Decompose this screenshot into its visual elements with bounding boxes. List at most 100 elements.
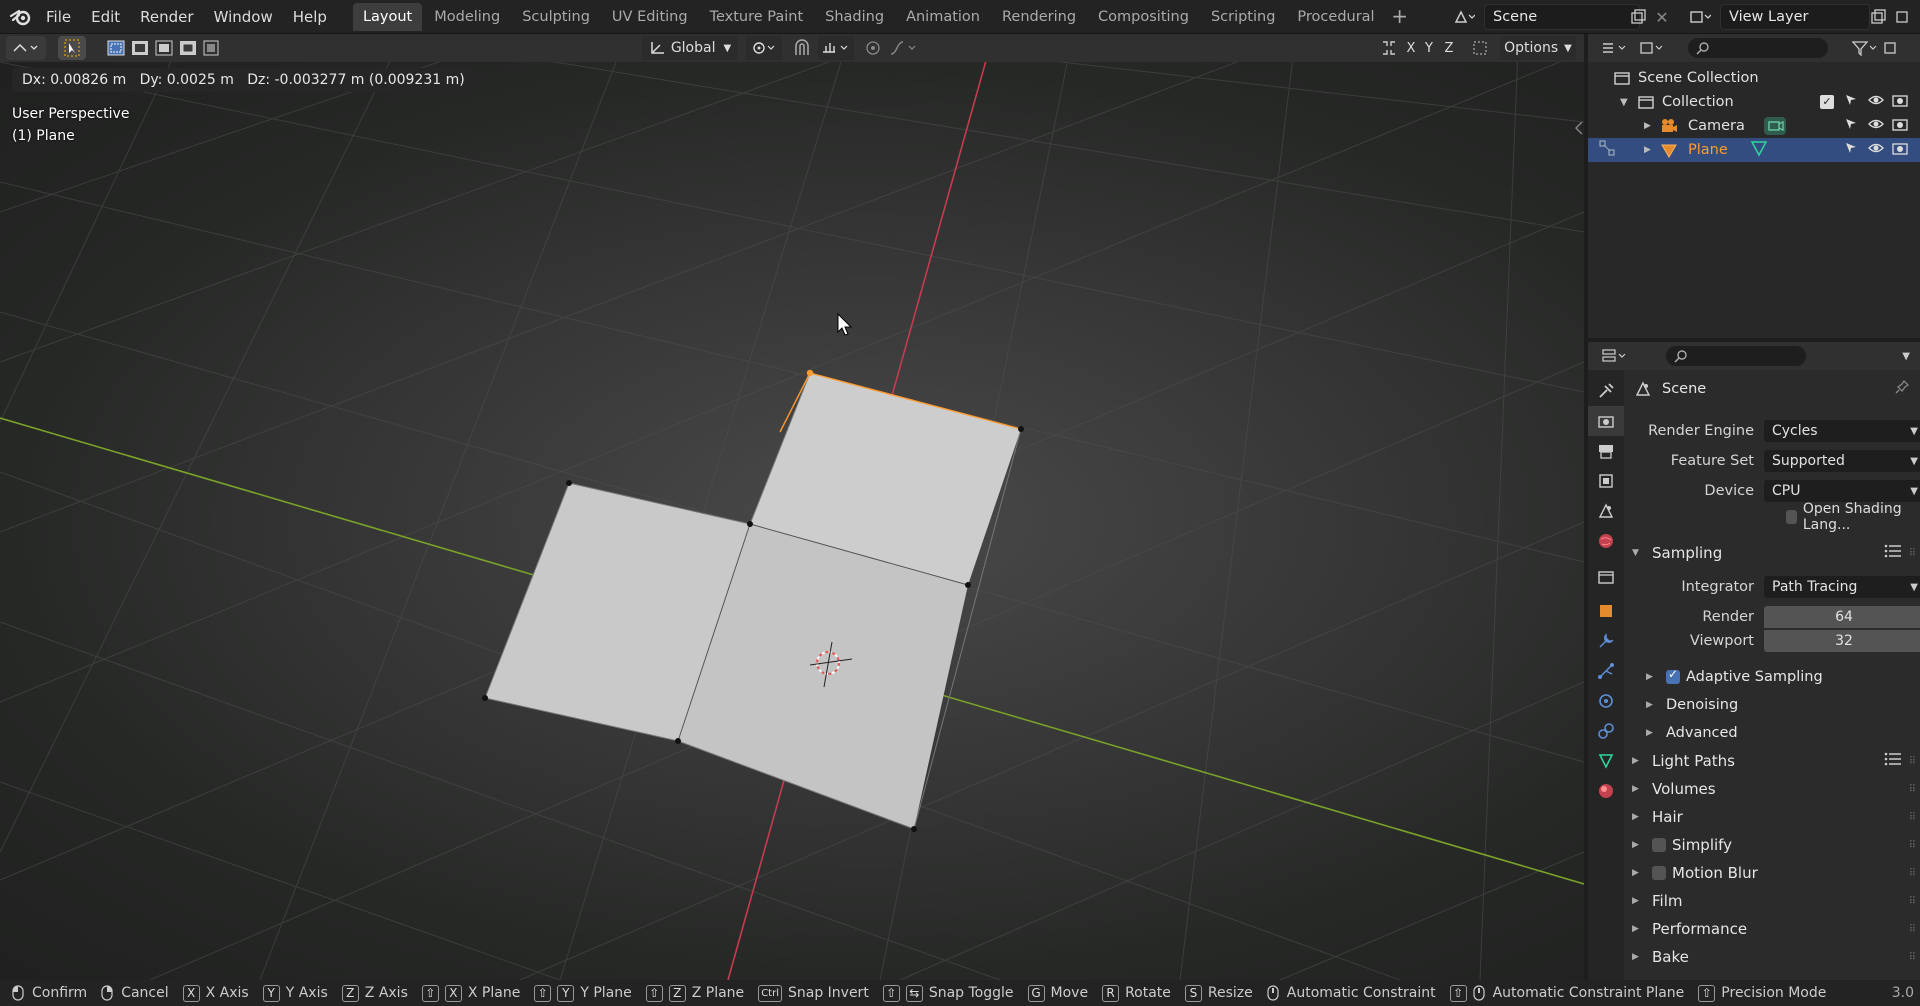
simplify-panel-header[interactable]: ▶ Simplify ⠿ bbox=[1624, 832, 1920, 858]
editor-type-icon[interactable] bbox=[6, 36, 46, 60]
light-paths-panel-header[interactable]: ▶ Light Paths ⠿ bbox=[1624, 748, 1920, 774]
bake-panel-header[interactable]: ▶ Bake ⠿ bbox=[1624, 944, 1920, 970]
properties-search-input[interactable] bbox=[1666, 346, 1806, 366]
tab-shading[interactable]: Shading bbox=[815, 3, 894, 31]
render-engine-dropdown[interactable]: Cycles ▼ bbox=[1764, 420, 1920, 442]
render-tab-icon[interactable] bbox=[1588, 406, 1624, 436]
properties-options-icon[interactable]: ▼ bbox=[1902, 351, 1910, 362]
osl-checkbox-box[interactable] bbox=[1786, 510, 1797, 524]
pivot-point-icon[interactable] bbox=[746, 36, 782, 60]
outliner-row-camera[interactable]: ▶ Camera bbox=[1588, 114, 1920, 138]
copy-view-layer-icon[interactable] bbox=[1892, 7, 1912, 27]
outliner-row-plane[interactable]: ▶ Plane bbox=[1588, 138, 1920, 162]
performance-panel-header[interactable]: ▶ Performance ⠿ bbox=[1624, 916, 1920, 942]
expand-plane-icon[interactable]: ▶ bbox=[1644, 145, 1658, 155]
outliner-row-scene-collection[interactable]: Scene Collection bbox=[1588, 66, 1920, 90]
new-scene-icon[interactable] bbox=[1628, 7, 1648, 27]
volumes-panel-header[interactable]: ▶ Volumes ⠿ bbox=[1624, 776, 1920, 802]
axis-y-toggle[interactable]: Y bbox=[1420, 36, 1438, 60]
presets-list-icon[interactable] bbox=[1884, 752, 1902, 770]
menu-window[interactable]: Window bbox=[204, 0, 283, 34]
eye-icon[interactable] bbox=[1868, 141, 1884, 159]
expand-collection-icon[interactable]: ▼ bbox=[1620, 97, 1634, 108]
adaptive-sampling-header[interactable]: ▶Adaptive Sampling bbox=[1624, 664, 1920, 690]
render-camera-icon[interactable] bbox=[1892, 93, 1908, 111]
tab-rendering[interactable]: Rendering bbox=[992, 3, 1086, 31]
selection-mode-icons[interactable] bbox=[104, 36, 220, 60]
osl-checkbox[interactable]: Open Shading Lang... bbox=[1786, 501, 1920, 533]
simplify-checkbox[interactable] bbox=[1652, 838, 1666, 852]
material-tab-icon[interactable] bbox=[1588, 776, 1624, 806]
particles-tab-icon[interactable] bbox=[1588, 656, 1624, 686]
output-tab-icon[interactable] bbox=[1588, 436, 1624, 466]
tab-scripting[interactable]: Scripting bbox=[1201, 3, 1285, 31]
mesh-data-icon[interactable] bbox=[1748, 139, 1770, 161]
new-view-layer-icon[interactable] bbox=[1868, 7, 1888, 27]
tab-animation[interactable]: Animation bbox=[896, 3, 990, 31]
world-tab-icon[interactable] bbox=[1588, 526, 1624, 556]
axis-x-toggle[interactable]: X bbox=[1402, 36, 1420, 60]
hair-panel-header[interactable]: ▶ Hair ⠿ bbox=[1624, 804, 1920, 830]
sampling-panel-header[interactable]: ▼ Sampling ⠿ bbox=[1624, 540, 1920, 566]
selectable-arrow-icon[interactable] bbox=[1844, 141, 1858, 159]
mirror-axes-icon[interactable] bbox=[1378, 36, 1400, 60]
modifier-tab-icon[interactable] bbox=[1588, 626, 1624, 656]
selectable-arrow-icon[interactable] bbox=[1844, 93, 1858, 111]
motion-blur-panel-header[interactable]: ▶ Motion Blur ⠿ bbox=[1624, 860, 1920, 886]
snap-target-icon[interactable] bbox=[818, 36, 854, 60]
gizmo-icon[interactable] bbox=[1470, 36, 1490, 60]
collection-checkbox[interactable]: ✓ bbox=[1820, 95, 1834, 109]
tab-uv-editing[interactable]: UV Editing bbox=[602, 3, 698, 31]
view-layer-tab-icon[interactable] bbox=[1588, 466, 1624, 496]
render-camera-icon[interactable] bbox=[1892, 141, 1908, 159]
viewport-samples-field[interactable]: 32 bbox=[1764, 630, 1920, 652]
constraints-tab-icon[interactable] bbox=[1588, 716, 1624, 746]
tab-texture-paint[interactable]: Texture Paint bbox=[700, 3, 814, 31]
motion-blur-checkbox[interactable] bbox=[1652, 866, 1666, 880]
collection-tab-icon[interactable] bbox=[1588, 562, 1624, 592]
denoising-header[interactable]: ▶ Denoising bbox=[1624, 692, 1920, 718]
integrator-dropdown[interactable]: Path Tracing ▼ bbox=[1764, 576, 1920, 598]
eye-icon[interactable] bbox=[1868, 93, 1884, 111]
feature-set-dropdown[interactable]: Supported ▼ bbox=[1764, 450, 1920, 472]
outliner-editor-type-icon[interactable] bbox=[1596, 36, 1636, 60]
options-dropdown[interactable]: Options ▼ bbox=[1500, 36, 1576, 60]
outliner-row-collection[interactable]: ▼ Collection ✓ bbox=[1588, 90, 1920, 114]
transform-orientation-dropdown[interactable]: Global ▼ bbox=[642, 36, 738, 60]
object-tab-icon[interactable] bbox=[1588, 596, 1624, 626]
new-collection-icon[interactable] bbox=[1882, 36, 1898, 60]
properties-editor-type-icon[interactable] bbox=[1596, 344, 1636, 368]
edit-mode-icon[interactable] bbox=[1598, 139, 1616, 161]
tab-procedural[interactable]: Procedural bbox=[1287, 3, 1384, 31]
eye-icon[interactable] bbox=[1868, 117, 1884, 135]
camera-data-icon[interactable] bbox=[1764, 117, 1786, 135]
device-dropdown[interactable]: CPU ▼ bbox=[1764, 480, 1920, 502]
tool-tab-icon[interactable] bbox=[1588, 376, 1624, 406]
axis-z-toggle[interactable]: Z bbox=[1440, 36, 1458, 60]
add-workspace-button[interactable]: + bbox=[1387, 4, 1413, 30]
delete-scene-icon[interactable]: ✕ bbox=[1652, 7, 1672, 27]
menu-render[interactable]: Render bbox=[130, 0, 203, 34]
menu-edit[interactable]: Edit bbox=[81, 0, 130, 34]
scene-name-field[interactable]: Scene bbox=[1484, 4, 1640, 30]
filter-icon[interactable] bbox=[1848, 36, 1882, 60]
sidebar-toggle-icon[interactable] bbox=[1575, 121, 1583, 135]
tab-layout[interactable]: Layout bbox=[352, 2, 423, 31]
blender-logo-icon[interactable] bbox=[6, 0, 36, 34]
data-tab-icon[interactable] bbox=[1588, 746, 1624, 776]
view-layer-browse-icon[interactable] bbox=[1684, 6, 1716, 28]
tab-sculpting[interactable]: Sculpting bbox=[512, 3, 600, 31]
physics-tab-icon[interactable] bbox=[1588, 686, 1624, 716]
scene-tab-icon[interactable] bbox=[1588, 496, 1624, 526]
falloff-curve-icon[interactable] bbox=[886, 36, 922, 60]
menu-help[interactable]: Help bbox=[283, 0, 337, 34]
tab-compositing[interactable]: Compositing bbox=[1088, 3, 1199, 31]
render-camera-icon[interactable] bbox=[1892, 117, 1908, 135]
select-tool-icon[interactable] bbox=[58, 36, 86, 60]
plane-mesh[interactable] bbox=[482, 369, 1024, 832]
snap-magnet-icon[interactable] bbox=[788, 36, 816, 60]
film-panel-header[interactable]: ▶ Film ⠿ bbox=[1624, 888, 1920, 914]
expand-camera-icon[interactable]: ▶ bbox=[1644, 121, 1658, 131]
outliner-search-input[interactable] bbox=[1688, 38, 1828, 58]
scene-browse-icon[interactable] bbox=[1448, 6, 1480, 28]
